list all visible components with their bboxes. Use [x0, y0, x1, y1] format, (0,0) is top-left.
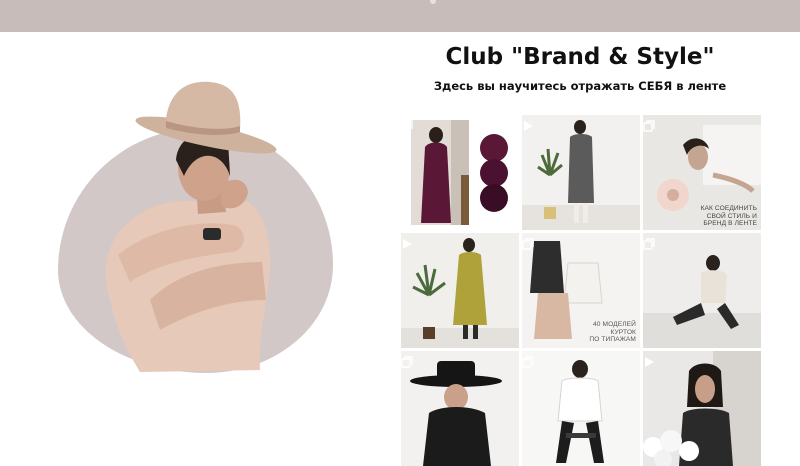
multi-post-icon [522, 238, 534, 250]
post-caption: 40 МОДЕЛЕЙ КУРТОК ПО ТИПАЖАМ [589, 321, 636, 344]
video-play-icon [645, 357, 654, 367]
post-image [643, 233, 761, 348]
palette-swatch [480, 159, 508, 187]
video-play-icon [403, 239, 412, 249]
feed-post[interactable]: 40 МОДЕЛЕЙ КУРТОК ПО ТИПАЖАМ [522, 233, 640, 348]
feed-post[interactable] [643, 233, 761, 348]
feed-post[interactable] [401, 233, 519, 348]
multi-post-icon [643, 120, 655, 132]
post-image [643, 351, 761, 466]
multi-post-icon [522, 356, 534, 368]
feed-post[interactable] [643, 351, 761, 466]
multi-post-icon [401, 356, 413, 368]
feed-post[interactable] [522, 115, 640, 230]
post-image [522, 351, 640, 466]
feed-post[interactable] [401, 115, 519, 230]
post-caption: КАК СОЕДИНИТЬ СВОЙ СТИЛЬ И БРЕНД В ЛЕНТЕ [700, 205, 757, 228]
post-image [401, 351, 519, 466]
page-title: Club "Brand & Style" [445, 44, 715, 70]
multi-post-icon [401, 120, 413, 132]
palette-swatch [480, 134, 508, 162]
post-image [522, 115, 640, 230]
feed-grid: КАК СОЕДИНИТЬ СВОЙ СТИЛЬ И БРЕНД В ЛЕНТЕ [401, 115, 761, 466]
post-image [401, 233, 519, 348]
watch [203, 228, 221, 240]
feed-post[interactable] [401, 351, 519, 466]
palette-swatch [480, 184, 508, 212]
multi-post-icon [643, 238, 655, 250]
feed-post[interactable]: КАК СОЕДИНИТЬ СВОЙ СТИЛЬ И БРЕНД В ЛЕНТЕ [643, 115, 761, 230]
video-play-icon [524, 121, 533, 131]
page-subtitle: Здесь вы научитесь отражать СЕБЯ в ленте [433, 79, 727, 93]
post-image [401, 115, 519, 230]
feed-post[interactable] [522, 351, 640, 466]
